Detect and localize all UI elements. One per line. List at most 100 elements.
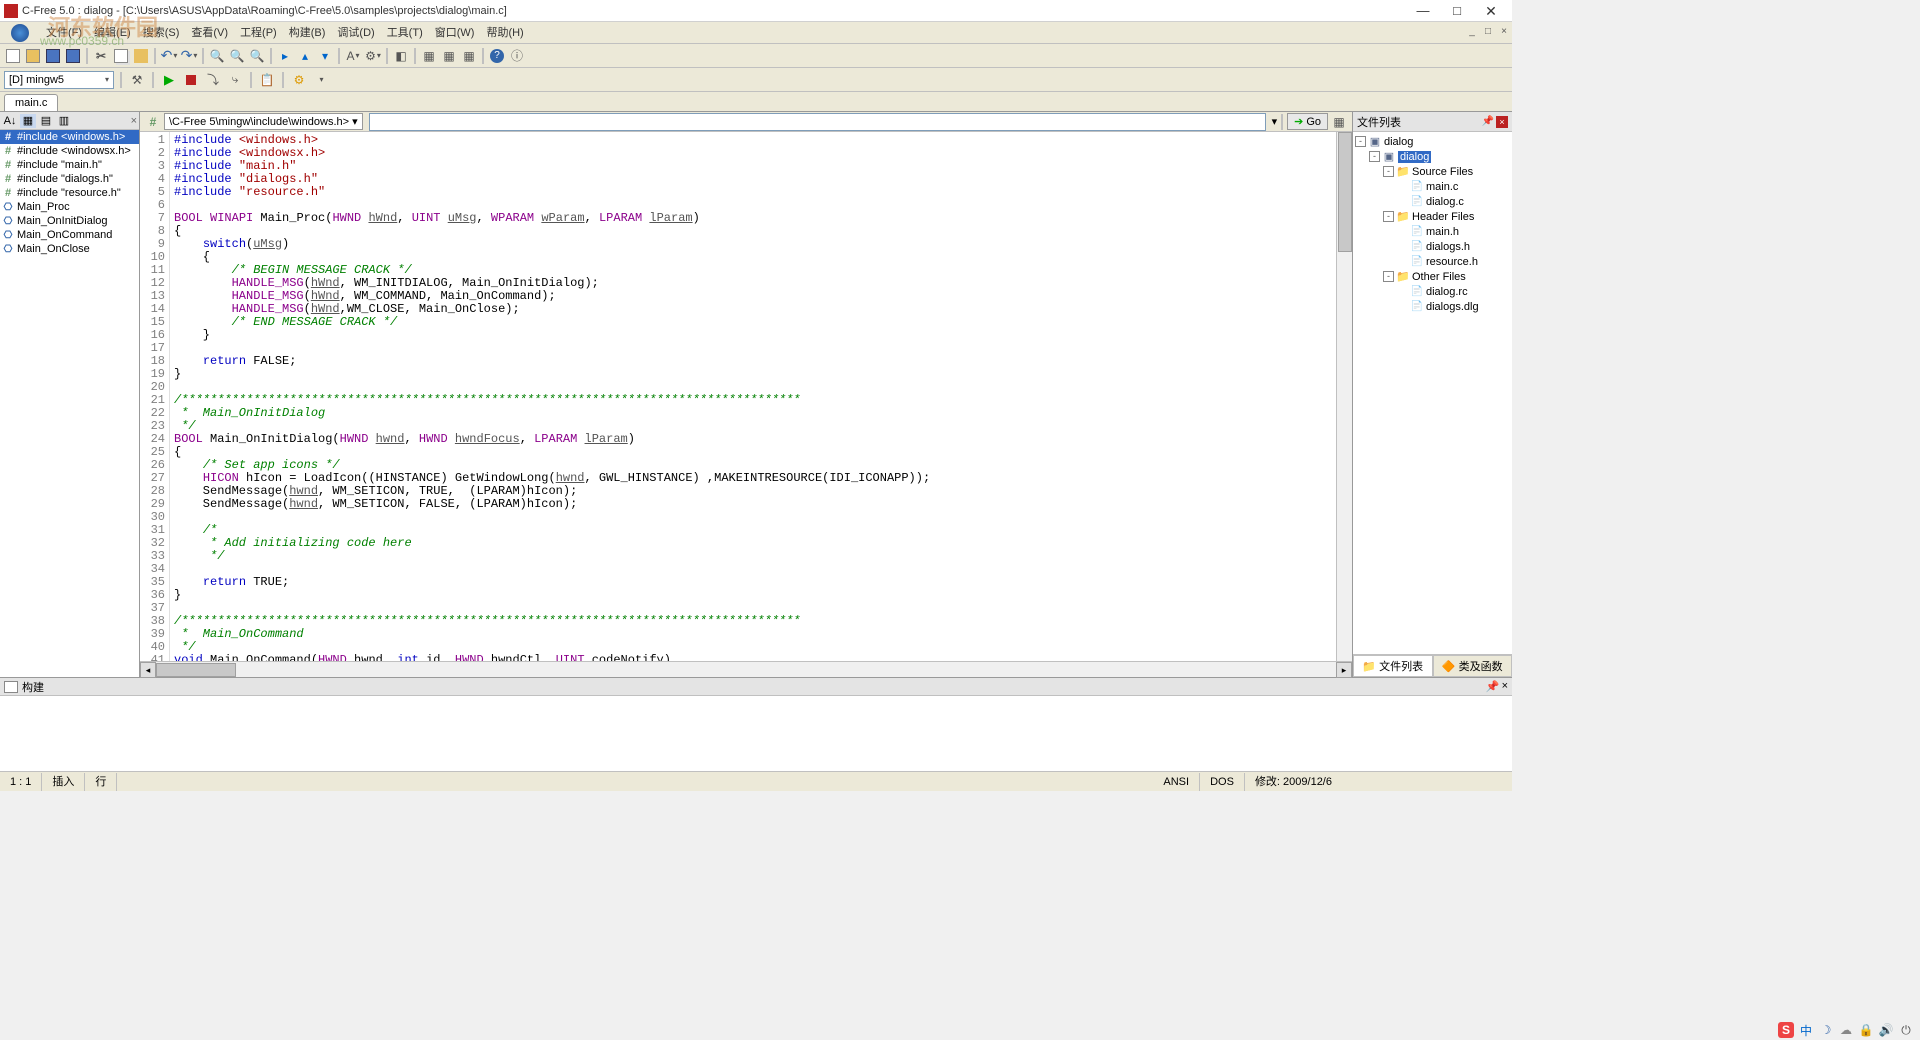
step-into-button[interactable]: ⤷ <box>226 71 244 89</box>
symbol-list[interactable]: ##include <windows.h>##include <windowsx… <box>0 130 139 677</box>
step-over-button[interactable]: ⤵ <box>204 71 222 89</box>
symbol-item[interactable]: ⎔Main_OnCommand <box>0 228 139 242</box>
bookmark-button[interactable]: ▸ <box>276 47 294 65</box>
minimize-button[interactable]: — <box>1406 0 1440 22</box>
symbol-filter3-button[interactable]: ▥ <box>56 114 72 128</box>
compile-dropdown-button[interactable]: A▾ <box>344 47 362 65</box>
tool1-button[interactable]: ▦ <box>420 47 438 65</box>
tree-node[interactable]: 📄dialog.c <box>1355 194 1510 209</box>
menu-h[interactable]: 帮助(H) <box>480 22 529 44</box>
tree-expand-icon[interactable]: - <box>1383 211 1394 222</box>
scroll-right-arrow[interactable]: ▸ <box>1336 662 1352 678</box>
find-next-button[interactable]: 🔍 <box>228 47 246 65</box>
tool2-button[interactable]: ▦ <box>440 47 458 65</box>
new-file-button[interactable] <box>4 47 22 65</box>
night-icon[interactable]: ☽ <box>1818 1022 1834 1038</box>
symbol-filter2-button[interactable]: ▤ <box>38 114 54 128</box>
tray-icon[interactable]: S <box>1778 1022 1794 1038</box>
menu-w[interactable]: 窗口(W) <box>429 22 481 44</box>
tree-node[interactable]: -📁Other Files <box>1355 269 1510 284</box>
symbol-item[interactable]: ##include <windowsx.h> <box>0 144 139 158</box>
file-tab-mainc[interactable]: main.c <box>4 94 58 111</box>
save-all-button[interactable] <box>64 47 82 65</box>
tree-node[interactable]: -▣dialog <box>1355 149 1510 164</box>
power-icon[interactable]: ⏻ <box>1898 1022 1914 1038</box>
redo-button[interactable]: ↷▾ <box>180 47 198 65</box>
about-button[interactable]: ⓘ <box>508 47 526 65</box>
cut-button[interactable]: ✂ <box>92 47 110 65</box>
save-button[interactable] <box>44 47 62 65</box>
copy-button[interactable] <box>112 47 130 65</box>
symbol-filter1-button[interactable]: ▦ <box>20 114 36 128</box>
compiler-combo[interactable]: [D] mingw5 ▾ <box>4 71 114 89</box>
menu-b[interactable]: 构建(B) <box>283 22 332 44</box>
view-toggle-button[interactable]: ◧ <box>392 47 410 65</box>
mdi-restore-button[interactable]: □ <box>1480 26 1496 40</box>
mdi-minimize-button[interactable]: _ <box>1464 26 1480 40</box>
horizontal-scrollbar[interactable]: ◂ ▸ <box>140 661 1352 677</box>
menu-e[interactable]: 编辑(E) <box>88 22 137 44</box>
tool3-button[interactable]: ▦ <box>460 47 478 65</box>
tree-node[interactable]: -📁Source Files <box>1355 164 1510 179</box>
breakpoint-button[interactable]: 📋 <box>258 71 276 89</box>
pin-icon[interactable]: 📌 <box>1482 116 1494 128</box>
build-dropdown-button[interactable]: ⚙▾ <box>364 47 382 65</box>
tree-node[interactable]: -📁Header Files <box>1355 209 1510 224</box>
mdi-close-button[interactable]: × <box>1496 26 1512 40</box>
build-output[interactable] <box>0 696 1512 771</box>
menu-p[interactable]: 工程(P) <box>234 22 283 44</box>
menu-v[interactable]: 查看(V) <box>185 22 234 44</box>
find-button[interactable]: 🔍 <box>208 47 226 65</box>
tree-node[interactable]: 📄dialog.rc <box>1355 284 1510 299</box>
scrollbar-thumb[interactable] <box>1338 132 1352 252</box>
next-bookmark-button[interactable]: ▾ <box>316 47 334 65</box>
lock-icon[interactable]: 🔒 <box>1858 1022 1874 1038</box>
tree-node[interactable]: 📄main.h <box>1355 224 1510 239</box>
pin-icon[interactable]: 📌 <box>1486 680 1500 693</box>
options-dropdown[interactable]: ▾ <box>312 71 330 89</box>
find-in-files-button[interactable]: 🔍 <box>248 47 266 65</box>
tab-file-list[interactable]: 📁 文件列表 <box>1353 655 1433 677</box>
vertical-scrollbar[interactable] <box>1336 132 1352 661</box>
tree-node[interactable]: 📄dialogs.h <box>1355 239 1510 254</box>
help-button[interactable]: ? <box>488 47 506 65</box>
symbol-item[interactable]: ⎔Main_Proc <box>0 200 139 214</box>
tree-expand-icon[interactable]: - <box>1383 166 1394 177</box>
scrollbar-thumb[interactable] <box>156 663 236 677</box>
menu-t[interactable]: 工具(T) <box>381 22 429 44</box>
tree-expand-icon[interactable]: - <box>1383 271 1394 282</box>
tab-classes[interactable]: 🔶 类及函数 <box>1433 655 1513 677</box>
undo-button[interactable]: ↶▾ <box>160 47 178 65</box>
symbol-item[interactable]: ⎔Main_OnClose <box>0 242 139 256</box>
symbol-close-button[interactable]: × <box>131 115 137 127</box>
scroll-left-arrow[interactable]: ◂ <box>140 662 156 678</box>
nav-path-combo[interactable] <box>369 113 1266 131</box>
settings-button[interactable]: ⚙ <box>290 71 308 89</box>
nav-path[interactable]: \C-Free 5\mingw\include\windows.h> ▾ <box>164 113 363 130</box>
menu-s[interactable]: 搜索(S) <box>137 22 186 44</box>
maximize-button[interactable]: □ <box>1440 0 1474 22</box>
symbol-item[interactable]: ##include "main.h" <box>0 158 139 172</box>
prev-bookmark-button[interactable]: ▴ <box>296 47 314 65</box>
paste-button[interactable] <box>132 47 150 65</box>
tree-node[interactable]: 📄dialogs.dlg <box>1355 299 1510 314</box>
symbol-item[interactable]: ##include "resource.h" <box>0 186 139 200</box>
symbol-item[interactable]: ⎔Main_OnInitDialog <box>0 214 139 228</box>
symbol-sort-button[interactable]: A↓ <box>2 114 18 128</box>
project-tree[interactable]: -▣dialog-▣dialog-📁Source Files📄main.c📄di… <box>1353 132 1512 654</box>
go-button[interactable]: ➔ Go <box>1287 113 1328 130</box>
code-editor[interactable]: 1234567891011121314151617181920212223242… <box>140 132 1352 661</box>
tree-expand-icon[interactable]: - <box>1369 151 1380 162</box>
run-button[interactable]: ▶ <box>160 71 178 89</box>
cloud-icon[interactable]: ☁ <box>1838 1022 1854 1038</box>
menu-d[interactable]: 调试(D) <box>331 22 380 44</box>
menu-f[interactable]: 文件(F) <box>40 22 88 44</box>
tree-node[interactable]: 📄main.c <box>1355 179 1510 194</box>
panel-close-button[interactable]: × <box>1496 116 1508 128</box>
nav-tool-button[interactable]: ▦ <box>1330 113 1348 131</box>
symbol-item[interactable]: ##include <windows.h> <box>0 130 139 144</box>
compile-button[interactable]: ⚒ <box>128 71 146 89</box>
source-code-area[interactable]: #include <windows.h>#include <windowsx.h… <box>170 132 1336 661</box>
volume-icon[interactable]: 🔊 <box>1878 1022 1894 1038</box>
ime-icon[interactable]: 中 <box>1798 1022 1814 1038</box>
